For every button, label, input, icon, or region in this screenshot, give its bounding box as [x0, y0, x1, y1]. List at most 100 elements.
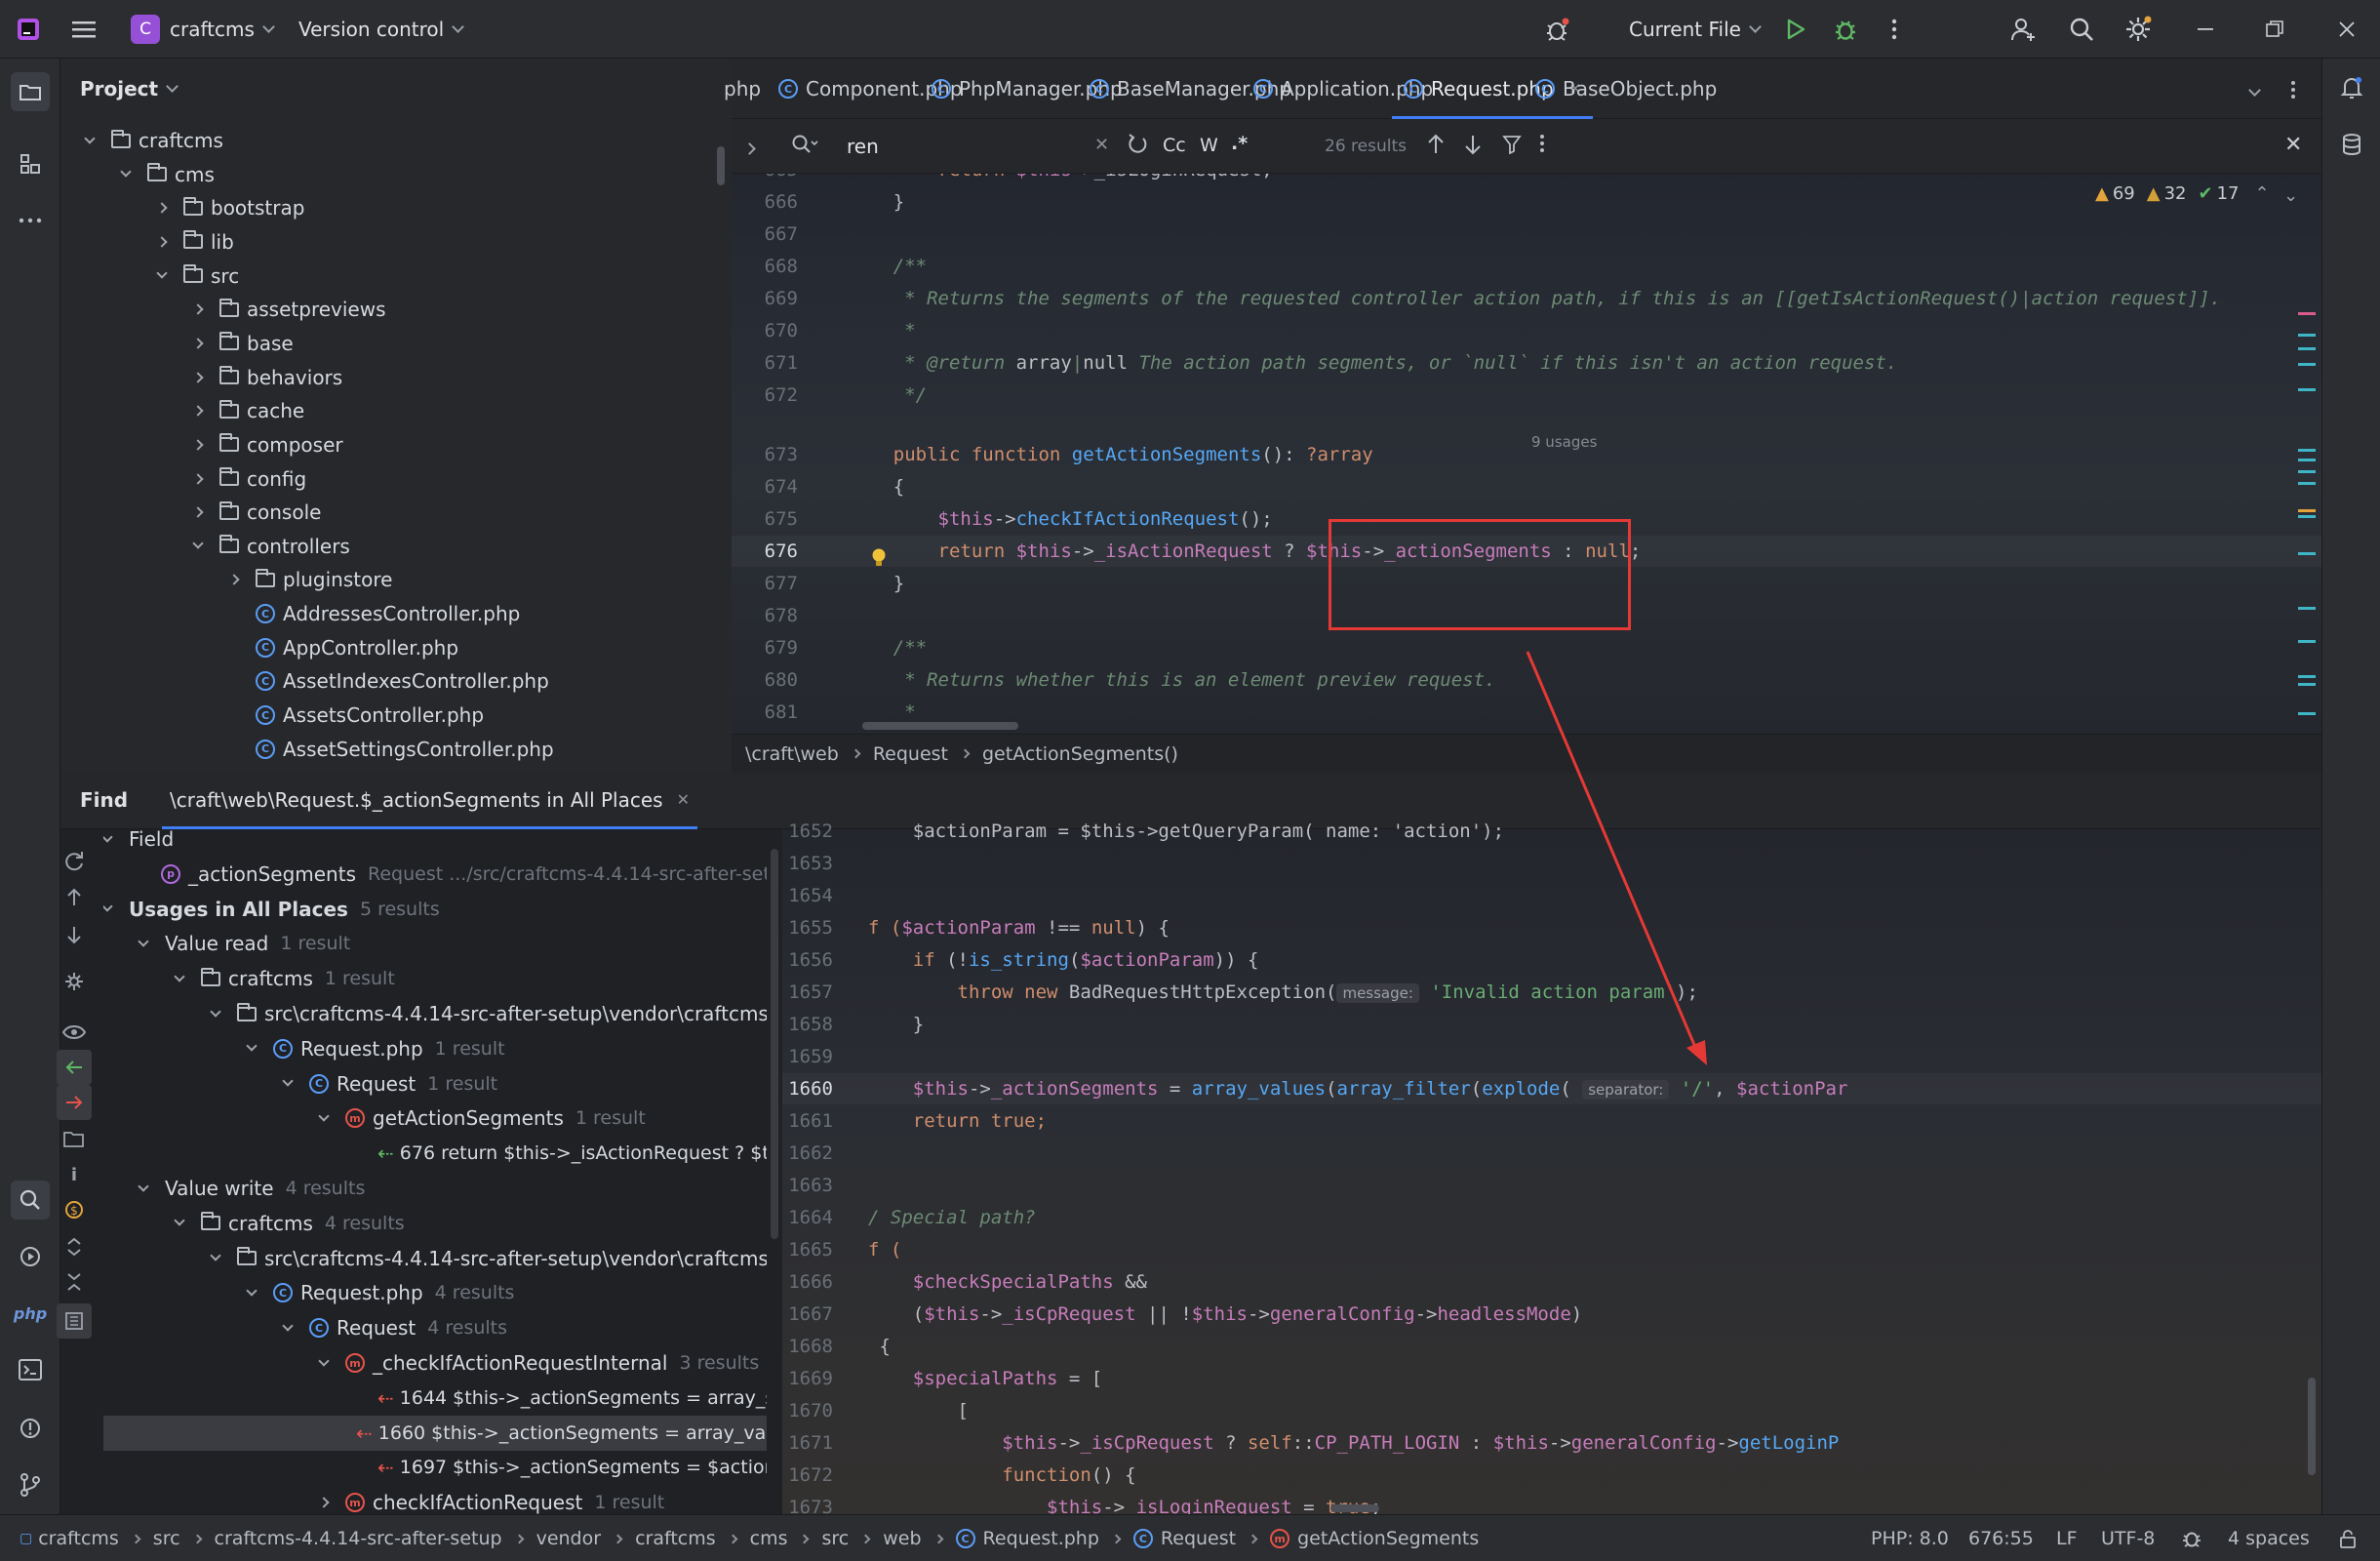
chevron-right-icon[interactable]	[192, 506, 204, 518]
settings-icon[interactable]	[57, 964, 92, 999]
usage-row[interactable]: C Request 1 result	[282, 1066, 497, 1101]
find-more-icon[interactable]	[1539, 134, 1545, 157]
tree-item[interactable]: cms	[120, 157, 215, 192]
line-separator[interactable]: LF	[2056, 1515, 2078, 1561]
next-arrow-down-icon[interactable]	[57, 917, 92, 952]
error-stripe[interactable]	[2298, 254, 2320, 761]
inspection-widget[interactable]: ▲ 69 ▲ 32 ✔ 17 ⌃ ⌃	[2095, 183, 2298, 204]
intention-bulb-icon[interactable]	[870, 547, 888, 574]
add-user-icon[interactable]	[2007, 14, 2039, 45]
chevron-right-icon[interactable]	[156, 202, 168, 214]
preview-horizontal-scrollbar[interactable]	[1330, 1504, 1379, 1512]
more-tools-icon[interactable]	[15, 205, 46, 236]
tree-item[interactable]: craftcms	[84, 123, 223, 158]
tree-item[interactable]: C AssetSettingsController.php	[230, 732, 554, 767]
chevron-right-icon[interactable]	[192, 439, 204, 451]
status-path-item[interactable]: craftcms-4.4.14-src-after-setup	[215, 1528, 502, 1549]
status-path-item[interactable]: cms	[750, 1528, 788, 1549]
chevron-down-icon[interactable]	[318, 1110, 330, 1122]
next-occurrence-arrow-down-icon[interactable]	[1463, 133, 1483, 160]
structure-icon[interactable]	[15, 148, 46, 180]
editor-tab[interactable]: php	[724, 59, 761, 119]
expand-replace-icon[interactable]	[743, 139, 756, 157]
chevron-right-icon[interactable]	[192, 303, 204, 315]
usage-preview[interactable]: 1652 $actionParam = $this->getQueryParam…	[782, 821, 2321, 1518]
status-path-item[interactable]: web	[883, 1528, 921, 1549]
breadcrumb-method[interactable]: getActionSegments()	[982, 743, 1178, 765]
git-branch-icon[interactable]	[15, 1469, 46, 1501]
chevron-down-icon[interactable]	[318, 1354, 330, 1367]
chevron-down-icon[interactable]	[282, 1320, 294, 1332]
run-icon[interactable]	[1779, 14, 1810, 45]
filter-icon[interactable]	[1502, 135, 1522, 158]
previous-arrow-up-icon[interactable]	[57, 880, 92, 915]
status-path-item[interactable]: src	[821, 1528, 849, 1549]
match-case-toggle[interactable]: Cc	[1163, 135, 1186, 156]
pin-tab-icon[interactable]: $	[57, 1192, 92, 1227]
chevron-down-icon[interactable]	[138, 1180, 149, 1192]
usage-row[interactable]: m checkIfActionRequest 1 result	[318, 1485, 664, 1514]
tabs-overflow-chevron-icon[interactable]	[2239, 74, 2270, 105]
search-icon[interactable]	[2066, 14, 2097, 45]
inspections-bug-icon[interactable]	[2181, 1515, 2202, 1561]
database-icon[interactable]	[2336, 129, 2367, 160]
usage-row[interactable]: Value read 1 result	[138, 926, 350, 961]
usage-row[interactable]: m getActionSegments 1 result	[318, 1101, 646, 1136]
indent-setting[interactable]: 4 spaces	[2228, 1515, 2310, 1561]
chevron-down-icon[interactable]	[210, 1005, 221, 1018]
usage-row[interactable]: craftcms 1 result	[174, 961, 395, 996]
find-query-input[interactable]: ren	[847, 131, 879, 162]
services-icon[interactable]	[15, 1241, 46, 1272]
info-icon[interactable]: i	[57, 1157, 92, 1192]
usage-row[interactable]: C Request 4 results	[282, 1310, 507, 1345]
settings-gear-icon[interactable]	[2122, 14, 2154, 45]
tree-item[interactable]: src	[156, 259, 239, 294]
search-history-icon[interactable]	[790, 133, 819, 160]
usage-row[interactable]: C Request.php 4 results	[246, 1275, 514, 1310]
usage-row[interactable]: Field	[103, 829, 174, 857]
project-folder-icon[interactable]	[11, 72, 50, 111]
tree-item[interactable]: C AssetsController.php	[230, 698, 484, 733]
preview-vertical-scrollbar[interactable]	[2308, 1378, 2316, 1475]
status-path-item[interactable]: Request	[1161, 1528, 1236, 1549]
app-logo-icon[interactable]	[16, 0, 41, 59]
chevron-down-icon[interactable]	[103, 901, 113, 912]
chevron-down-icon[interactable]	[84, 132, 96, 144]
status-path-item[interactable]: getActionSegments	[1297, 1528, 1479, 1549]
tree-item[interactable]: assetpreviews	[192, 292, 386, 327]
restore-icon[interactable]	[2259, 14, 2290, 45]
chevron-right-icon[interactable]	[192, 371, 204, 383]
run-configuration-select[interactable]: Current File	[1629, 0, 1762, 59]
project-switcher[interactable]: C craftcms	[131, 0, 275, 59]
problems-icon[interactable]	[15, 1413, 46, 1444]
status-path-item[interactable]: craftcms	[38, 1528, 119, 1549]
whole-words-toggle[interactable]: W	[1200, 135, 1218, 156]
close-tab-icon[interactable]: ✕	[677, 790, 690, 809]
caret-position[interactable]: 676:55	[1968, 1515, 2034, 1561]
tree-item[interactable]: controllers	[192, 529, 350, 564]
chevron-down-icon[interactable]	[120, 166, 132, 178]
regex-toggle[interactable]: .*	[1231, 133, 1248, 154]
chevron-right-icon[interactable]	[192, 405, 204, 417]
chevron-down-icon[interactable]	[246, 1040, 258, 1052]
tree-item[interactable]: C AddressesController.php	[230, 596, 520, 631]
editor-tab[interactable]: C BaseObject.php	[1535, 59, 1717, 119]
chevron-down-icon[interactable]: ⌃	[2283, 183, 2298, 204]
rerun-icon[interactable]	[57, 843, 92, 878]
chevron-down-icon[interactable]	[282, 1075, 294, 1087]
tree-item[interactable]: config	[192, 461, 306, 497]
usage-row[interactable]: Usages in All Places 5 results	[103, 892, 440, 927]
usage-row[interactable]: C Request.php 1 result	[246, 1031, 505, 1066]
debug-bug-icon[interactable]	[1541, 14, 1572, 45]
tree-item[interactable]: base	[192, 326, 294, 361]
tree-item[interactable]: composer	[192, 427, 343, 462]
status-path-item[interactable]: Request.php	[983, 1528, 1099, 1549]
chevron-up-icon[interactable]: ⌃	[2255, 183, 2270, 204]
tree-item[interactable]: console	[192, 495, 321, 530]
write-access-icon[interactable]	[57, 1085, 92, 1120]
notifications-bell-icon[interactable]	[2336, 72, 2367, 103]
chevron-down-icon[interactable]	[138, 936, 149, 947]
debug-icon[interactable]	[1830, 14, 1861, 45]
usage-row[interactable]: Value write 4 results	[138, 1171, 365, 1206]
more-actions-icon[interactable]	[1879, 14, 1910, 45]
